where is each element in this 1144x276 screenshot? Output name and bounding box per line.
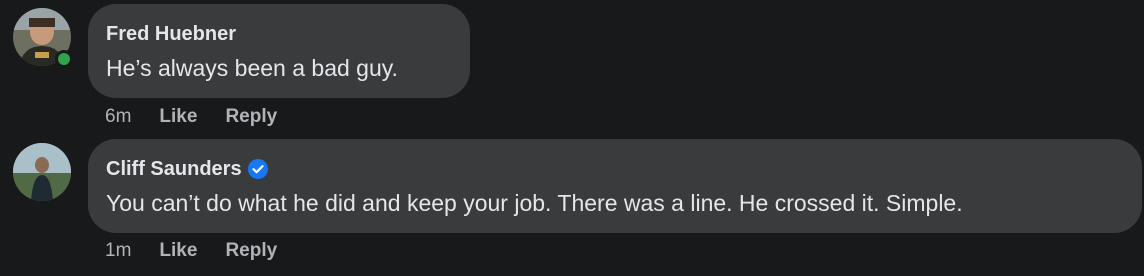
timestamp[interactable]: 1m (105, 240, 131, 262)
comment-bubble: Fred Huebner He’s always been a bad guy. (88, 4, 470, 98)
reply-button[interactable]: Reply (225, 106, 277, 128)
comment-actions: 6m Like Reply (105, 105, 305, 129)
author-name[interactable]: Fred Huebner (106, 22, 452, 46)
reply-button[interactable]: Reply (225, 240, 277, 262)
timestamp[interactable]: 6m (105, 106, 131, 128)
comment-text: You can’t do what he did and keep your j… (106, 190, 963, 216)
avatar[interactable] (13, 143, 71, 201)
comment-actions: 1m Like Reply (105, 239, 305, 263)
verified-badge-icon (247, 159, 268, 179)
like-button[interactable]: Like (159, 106, 197, 128)
comment-bubble: Cliff Saunders You can’t do what he did … (88, 139, 1142, 233)
author-name[interactable]: Cliff Saunders (106, 157, 1124, 181)
like-button[interactable]: Like (159, 240, 197, 262)
comment-text: He’s always been a bad guy. (106, 55, 398, 81)
online-status-icon (55, 50, 73, 68)
